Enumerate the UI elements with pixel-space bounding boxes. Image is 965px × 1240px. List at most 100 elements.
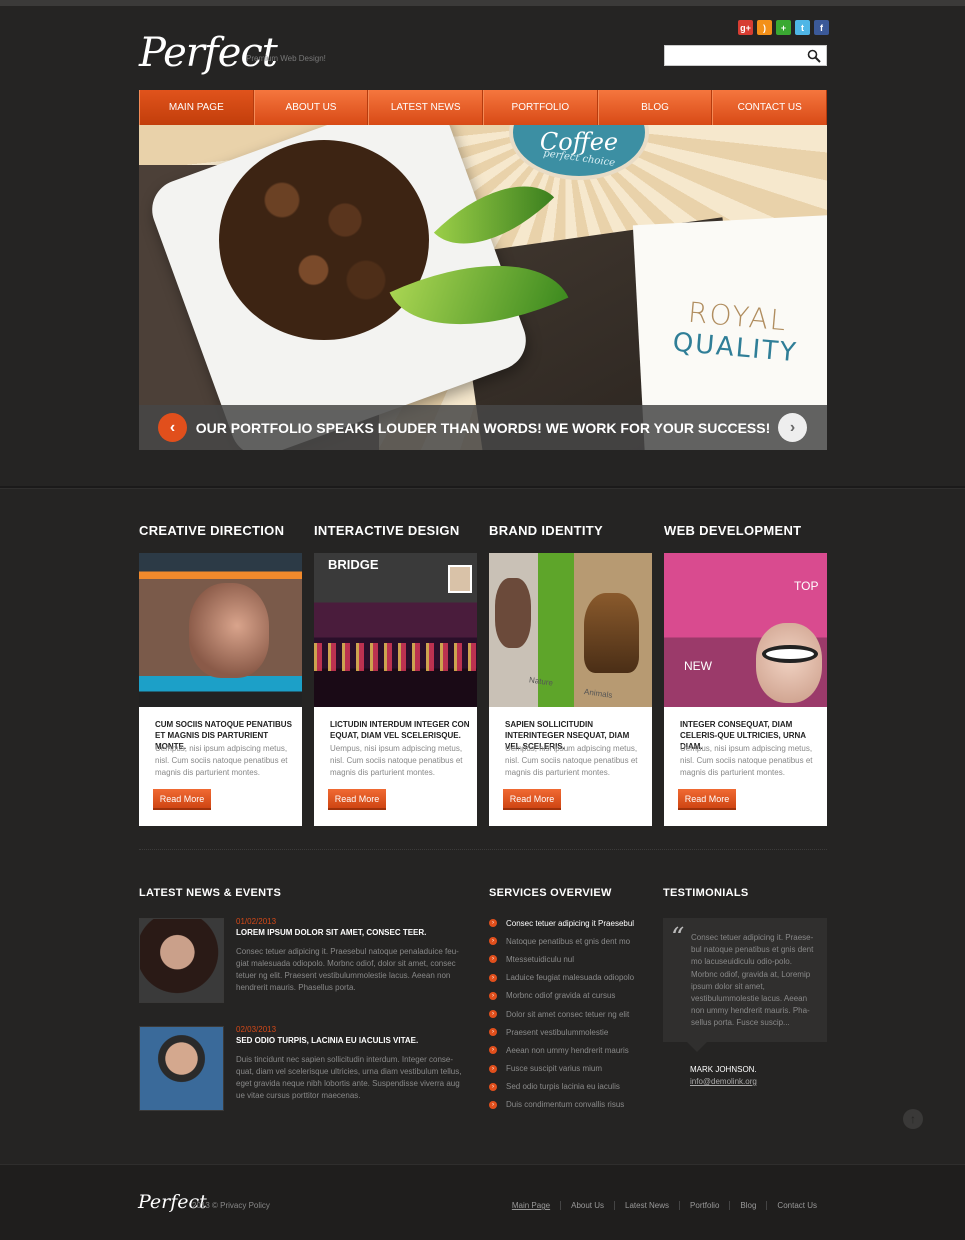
footer-copyright[interactable]: 2013 © Privacy Policy [192,1201,270,1210]
service-card: BRIDGE LICTUDIN INTERDUM INTEGER CON EQU… [314,553,477,826]
arrow-right-icon: › [489,919,497,928]
service-title: INTERACTIVE DESIGN [314,523,460,538]
service-link[interactable]: › Dolor sit amet consec tetuer ng elit [489,1005,634,1023]
site-logo[interactable]: Perfect [139,30,278,76]
facebook-icon[interactable]: f [814,20,829,35]
service-title: CREATIVE DIRECTION [139,523,285,538]
hero-slider: Coffee perfect choice ROYAL QUALITY OUR … [139,125,827,450]
service-image[interactable] [139,553,302,707]
news-image[interactable] [139,1026,224,1111]
arrow-right-icon: › [489,1028,497,1037]
service-link[interactable]: › Consec tetuer adipicing it Praesebul [489,914,634,932]
portrait-shape [756,623,822,703]
service-card: CUM SOCIIS NATOQUE PENATIBUS ET MAGNIS D… [139,553,302,826]
service-link[interactable]: › Natoque penatibus et gnis dent mo [489,932,634,950]
nav-latest-news[interactable]: LATEST NEWS [368,90,484,125]
service-link[interactable]: › Aeean non ummy hendrerit mauris [489,1041,634,1059]
service-link-label: Consec tetuer adipicing it Praesebul [506,918,635,928]
testimonial-email-link[interactable]: info@demolink.org [690,1077,757,1086]
arrow-right-icon: › [489,1010,497,1019]
search-input[interactable] [665,46,805,66]
scroll-top-icon[interactable]: ↑ [903,1109,923,1129]
service-image[interactable]: Nature Animals [489,553,652,707]
service-text: Uempus, nisi ipsum adpiscing metus, nisl… [505,744,638,777]
news-date: 02/03/2013 [236,1025,277,1034]
footer-link-blog[interactable]: Blog [729,1201,766,1210]
footer-link-contact-us[interactable]: Contact Us [766,1201,827,1210]
dotted-divider [139,849,827,850]
sunglasses-shape [762,645,818,663]
nav-portfolio[interactable]: PORTFOLIO [483,90,598,125]
arrow-right-icon: › [489,955,497,964]
new-label: NEW [684,659,712,673]
testimonial-box: “ Consec tetuer adipicing it. Praese-bul… [663,918,827,1052]
news-text: Consec tetuer adipicing it. Praesebul na… [236,947,459,992]
news-text: Duis tincidunt nec sapien sollicitudin i… [236,1055,462,1100]
latest-news-heading: LATEST NEWS & EVENTS [139,887,282,899]
nav-main-page[interactable]: MAIN PAGE [139,90,254,125]
service-link[interactable]: › Fusce suscipit varius mium [489,1060,634,1078]
news-image[interactable] [139,918,224,1003]
arrow-right-icon: › [489,1100,497,1109]
news-title[interactable]: LOREM IPSUM DOLOR SIT AMET, CONSEC TEER. [236,928,426,937]
services-overview-heading: SERVICES OVERVIEW [489,887,612,899]
rss-icon[interactable]: ) [757,20,772,35]
read-more-button[interactable]: Read More [328,789,386,808]
service-link-label: Aeean non ummy hendrerit mauris [506,1045,629,1055]
read-more-button[interactable]: Read More [503,789,561,808]
read-more-button[interactable]: Read More [678,789,736,808]
nature-label: Nature [528,675,554,688]
news-title[interactable]: SED ODIO TURPIS, LACINIA EU IACULIS VITA… [236,1036,418,1045]
service-link-label: Morbnc odiof gravida at cursus [506,991,616,1001]
share-plus-icon[interactable]: + [776,20,791,35]
footer-nav: Main Page About Us Latest News Portfolio… [502,1201,827,1210]
google-plus-icon[interactable]: g+ [738,20,753,35]
arrow-right-icon: › [489,991,497,1000]
portrait-shape [495,578,531,648]
service-link-label: Sed odio turpis lacinia eu iaculis [506,1082,620,1092]
service-image[interactable]: BRIDGE [314,553,477,707]
service-link[interactable]: › Morbnc odiof gravida at cursus [489,987,634,1005]
footer-link-main-page[interactable]: Main Page [502,1201,560,1210]
services-list: › Consec tetuer adipicing it Praesebul › N… [489,914,634,1114]
footer-link-about-us[interactable]: About Us [560,1201,614,1210]
service-card: Nature Animals SAPIEN SOLLICITUDIN INTER… [489,553,652,826]
nav-about-us[interactable]: ABOUT US [253,90,369,125]
arrow-right-icon: › [489,973,497,982]
service-link-label: Dolor sit amet consec tetuer ng elit [506,1009,630,1019]
slider-prev-button[interactable]: ‹ [158,413,187,442]
arrow-right-icon: › [489,1082,497,1091]
main-nav: MAIN PAGE ABOUT US LATEST NEWS PORTFOLIO… [139,90,828,125]
eagle-shape [584,593,639,673]
service-link[interactable]: › Mtessetuidiculu nul [489,950,634,968]
service-link[interactable]: › Sed odio turpis lacinia eu iaculis [489,1078,634,1096]
nav-blog[interactable]: BLOG [597,90,713,125]
arrow-right-icon: › [489,1046,497,1055]
service-title: BRAND IDENTITY [489,523,603,538]
service-link-label: Natoque penatibus et gnis dent mo [506,936,631,946]
section-divider [0,486,965,489]
twitter-icon[interactable]: t [795,20,810,35]
slider-next-button[interactable]: › [778,413,807,442]
avatar [448,565,472,593]
service-text: Uempus, nisi ipsum adpiscing metus, nisl… [155,744,288,777]
service-link-label: Praesent vestibulummolestie [506,1027,609,1037]
nav-contact-us[interactable]: CONTACT US [712,90,828,125]
service-text: Uempus, nisi ipsum adpiscing metus, nisl… [330,744,463,777]
search-icon[interactable] [807,49,821,63]
footer-link-portfolio[interactable]: Portfolio [679,1201,729,1210]
service-text: Uempus, nisi ipsum adpiscing metus, nisl… [680,744,813,777]
service-title: WEB DEVELOPMENT [664,523,802,538]
read-more-button[interactable]: Read More [153,789,211,808]
footer-link-latest-news[interactable]: Latest News [614,1201,679,1210]
search-box [664,45,827,66]
service-link[interactable]: › Praesent vestibulummolestie [489,1023,634,1041]
coffee-beans-image [219,140,429,340]
service-image[interactable]: TOP NEW [664,553,827,707]
service-link[interactable]: › Duis condimentum convallis risus [489,1096,634,1114]
slide-caption: OUR PORTFOLIO SPEAKS LOUDER THAN WORDS! … [139,405,827,450]
arrow-right-icon: › [489,937,497,946]
service-link[interactable]: › Laduice feugiat malesuada odiopolo [489,969,634,987]
service-heading: LICTUDIN INTERDUM INTEGER CON EQUAT, DIA… [330,720,470,740]
arrow-right-icon: › [489,1064,497,1073]
